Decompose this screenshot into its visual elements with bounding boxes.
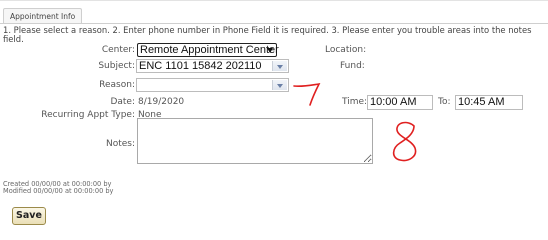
reason-label: Reason: xyxy=(99,80,135,90)
handwritten-eight-annotation xyxy=(392,121,417,162)
end-time-input[interactable]: 10:45 AM xyxy=(455,95,523,110)
tab-appointment-info[interactable]: Appointment Info xyxy=(3,8,83,24)
subject-value: ENC 1101 15842 202110 xyxy=(139,60,262,72)
date-label: Date: xyxy=(110,97,135,107)
notes-label: Notes: xyxy=(105,139,135,149)
recurring-label: Recurring Appt Type: xyxy=(41,110,135,120)
notes-textarea[interactable] xyxy=(137,118,373,164)
start-time-input[interactable]: 10:00 AM xyxy=(367,95,433,110)
instructions-text: 1. Please select a reason. 2. Enter phon… xyxy=(3,25,532,44)
subject-dropdown-button[interactable] xyxy=(272,61,287,71)
date-value: 8/19/2020 xyxy=(138,97,185,107)
fund-label: Fund: xyxy=(340,61,365,71)
save-button[interactable]: Save xyxy=(12,207,46,225)
reason-dropdown[interactable] xyxy=(136,78,289,92)
location-label: Location: xyxy=(325,45,367,55)
reason-dropdown-button[interactable] xyxy=(272,80,287,90)
center-label: Center: xyxy=(101,45,135,55)
handwritten-seven-annotation xyxy=(293,82,321,106)
center-select[interactable]: Remote Appointment Center xyxy=(137,43,279,57)
to-label: To: xyxy=(438,97,451,107)
modified-info: Modified 00/00/00 at 00:00:00 by xyxy=(3,187,114,195)
time-label: Time: xyxy=(342,97,368,107)
chevron-down-icon xyxy=(267,48,273,53)
subject-dropdown[interactable]: ENC 1101 15842 202110 xyxy=(136,59,289,73)
chevron-down-icon xyxy=(277,65,283,69)
tab-underline xyxy=(0,23,548,24)
top-divider xyxy=(0,0,548,4)
center-select-value: Remote Appointment Center xyxy=(140,44,279,56)
chevron-down-icon xyxy=(277,84,283,88)
subject-label: Subject: xyxy=(98,61,135,71)
